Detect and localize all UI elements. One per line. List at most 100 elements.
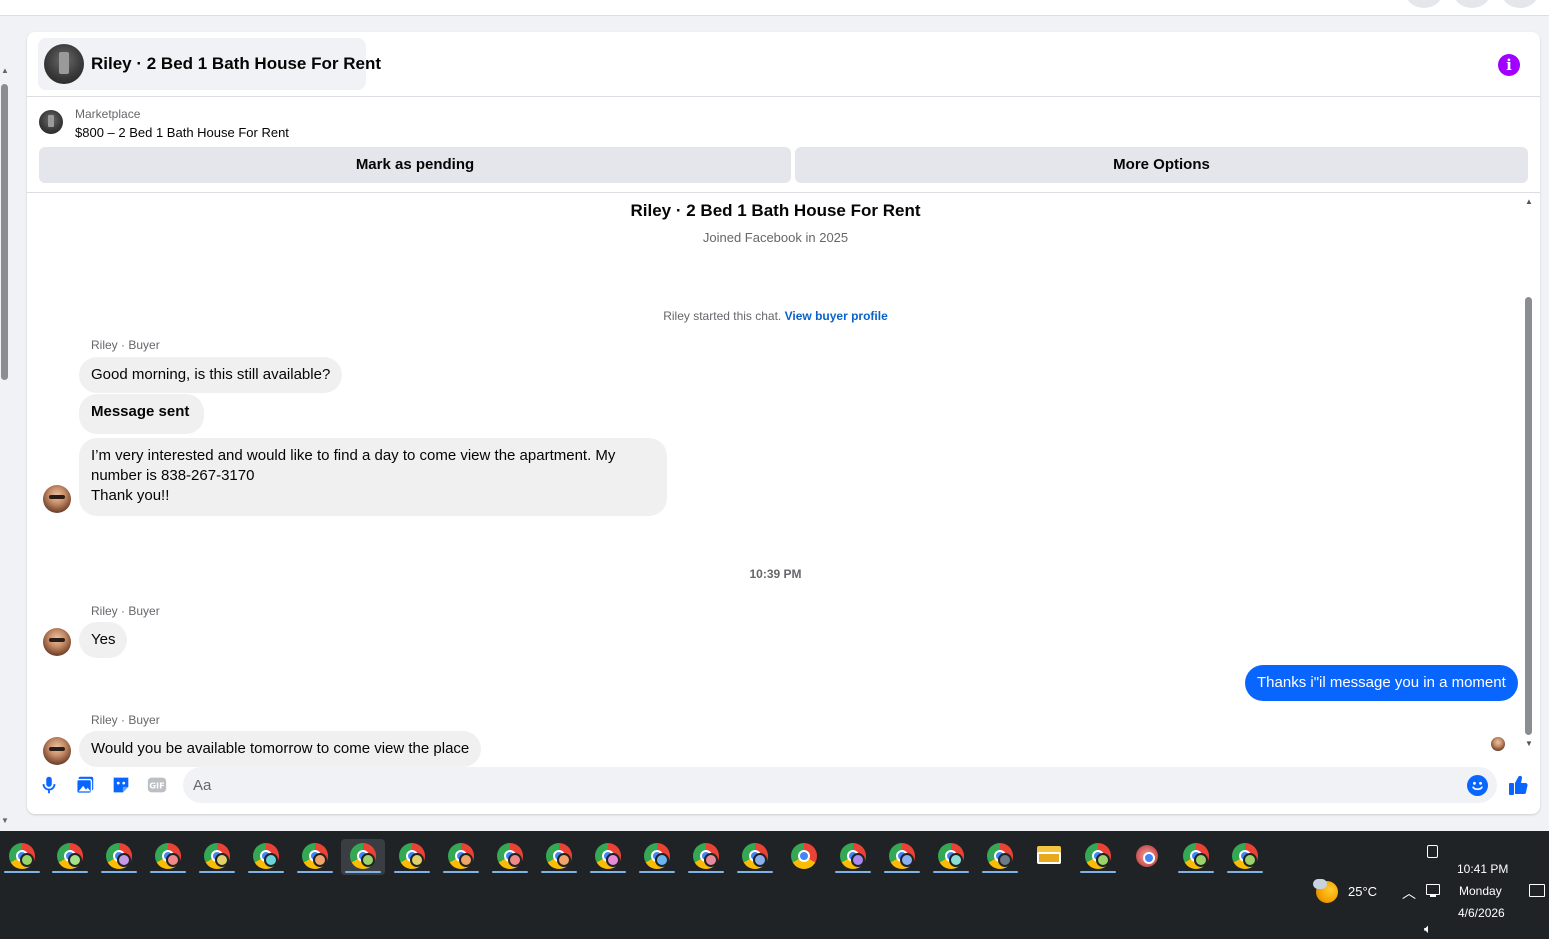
chat-started-text: Riley started this chat. <box>663 309 782 323</box>
thread-scrollbar-thumb[interactable] <box>1525 297 1532 735</box>
microphone-icon[interactable] <box>38 774 60 796</box>
running-indicator <box>345 871 381 873</box>
message-line: Thank you!! <box>91 487 170 504</box>
weather-temperature[interactable]: 25°C <box>1348 884 1377 899</box>
buyer-avatar[interactable] <box>43 628 71 656</box>
running-indicator <box>884 871 920 873</box>
profile-badge-icon <box>851 853 865 867</box>
page-scrollbar-thumb[interactable] <box>1 84 8 380</box>
running-indicator <box>394 871 430 873</box>
scroll-up-arrow-icon[interactable]: ▲ <box>1525 197 1533 206</box>
running-indicator <box>1178 871 1214 873</box>
chrome-profile-icon[interactable] <box>537 839 581 875</box>
chrome-profile-icon[interactable] <box>48 839 92 875</box>
chrome-profile-icon[interactable] <box>1223 839 1267 875</box>
chrome-profile-icon[interactable] <box>929 839 973 875</box>
more-options-button[interactable]: More Options <box>795 147 1528 183</box>
message-input[interactable] <box>183 767 1497 803</box>
chat-title: Riley · 2 Bed 1 Bath House For Rent <box>91 54 381 73</box>
chrome-profile-icon[interactable] <box>586 839 630 875</box>
listing-label: Marketplace <box>75 107 141 121</box>
message-line: I’m very interested and would like to fi… <box>91 447 616 464</box>
profile-badge-icon <box>508 853 522 867</box>
gif-icon[interactable]: GIF <box>146 774 168 796</box>
chrome-profile-icon[interactable] <box>488 839 532 875</box>
file-explorer-icon[interactable] <box>1027 839 1071 875</box>
message-bubble[interactable]: I’m very interested and would like to fi… <box>79 438 667 516</box>
thread-scrollbar[interactable]: ▲ ▼ <box>1524 193 1534 753</box>
mark-as-pending-button[interactable]: Mark as pending <box>39 147 791 183</box>
chrome-profile-icon[interactable] <box>97 839 141 875</box>
info-icon[interactable]: i <box>1498 54 1520 76</box>
thread-intro-joined: Joined Facebook in 2025 <box>702 230 849 245</box>
notifications-icon[interactable] <box>1529 884 1545 897</box>
listing-summary[interactable]: Marketplace $800 – 2 Bed 1 Bath House Fo… <box>27 98 1540 148</box>
chrome-profile-icon[interactable] <box>684 839 728 875</box>
network-icon[interactable] <box>1426 884 1440 897</box>
thread-intro-name: Riley · 2 Bed 1 Bath House For Rent <box>630 201 921 220</box>
chrome-profile-icon[interactable] <box>733 839 777 875</box>
chrome-profile-icon[interactable] <box>880 839 924 875</box>
running-indicator <box>1080 871 1116 873</box>
message-sender-label: Riley · Buyer <box>91 604 160 618</box>
chat-started-notice: Riley started this chat. View buyer prof… <box>27 309 1524 323</box>
scroll-down-arrow-icon[interactable]: ▼ <box>1525 739 1533 748</box>
running-indicator <box>737 871 773 873</box>
message-bubble[interactable]: Good morning, is this still available? <box>79 357 343 393</box>
taskbar: 10:41 PM 25°C ︿ Monday 4/6/2026 🔈︎ <box>0 831 1549 939</box>
chrome-profile-icon[interactable] <box>978 839 1022 875</box>
running-indicator <box>1227 871 1263 873</box>
volume-icon[interactable]: 🔈︎ <box>1424 921 1432 937</box>
profile-badge-icon <box>264 853 278 867</box>
view-buyer-profile-link[interactable]: View buyer profile <box>785 309 888 323</box>
chrome-profile-icon[interactable] <box>293 839 337 875</box>
running-indicator <box>590 871 626 873</box>
message-sender-label: Riley · Buyer <box>91 338 160 352</box>
profile-badge-icon <box>459 853 473 867</box>
clock-date[interactable]: 4/6/2026 <box>1458 906 1505 920</box>
chrome-profile-icon[interactable] <box>1174 839 1218 875</box>
photo-icon[interactable] <box>74 774 96 796</box>
scroll-up-arrow-icon[interactable]: ▲ <box>1 66 9 75</box>
chrome-profile-icon[interactable] <box>1076 839 1120 875</box>
chrome-profile-icon[interactable] <box>146 839 190 875</box>
message-thread: Riley · 2 Bed 1 Bath House For Rent Join… <box>27 193 1540 767</box>
listing-title: $800 – 2 Bed 1 Bath House For Rent <box>75 125 289 140</box>
running-indicator <box>443 871 479 873</box>
buyer-avatar[interactable] <box>43 485 71 513</box>
meet-now-icon[interactable] <box>1427 845 1438 858</box>
chrome-profile-icon[interactable] <box>439 839 483 875</box>
chrome-icon <box>791 843 817 869</box>
profile-badge-icon <box>655 853 669 867</box>
chat-header: Riley · 2 Bed 1 Bath House For Rent i <box>27 32 1540 97</box>
page-scrollbar[interactable]: ▲ ▼ <box>0 62 10 832</box>
sticker-icon[interactable] <box>110 774 132 796</box>
chrome-profile-icon[interactable] <box>635 839 679 875</box>
thumbs-up-icon[interactable] <box>1507 773 1531 797</box>
emoji-icon[interactable] <box>1467 775 1488 796</box>
chrome-profile-icon[interactable] <box>341 839 385 875</box>
chrome-profile-icon[interactable] <box>0 839 44 875</box>
outgoing-message-bubble[interactable]: Thanks i"il message you in a moment <box>1245 665 1518 701</box>
chrome-profile-icon[interactable] <box>244 839 288 875</box>
snipping-tool-icon[interactable] <box>1125 839 1169 875</box>
clock-day[interactable]: Monday <box>1459 884 1502 898</box>
scroll-down-arrow-icon[interactable]: ▼ <box>1 816 9 825</box>
message-bubble[interactable]: Message sent <box>79 394 205 434</box>
chrome-profile-icon[interactable] <box>831 839 875 875</box>
clock-time[interactable]: 10:41 PM <box>1457 862 1508 876</box>
weather-icon[interactable] <box>1313 879 1338 903</box>
chrome-profile-icon[interactable] <box>195 839 239 875</box>
profile-badge-icon <box>704 853 718 867</box>
chevron-up-icon[interactable]: ︿ <box>1402 883 1416 903</box>
toolbar-circle-button[interactable] <box>1406 0 1442 8</box>
profile-badge-icon <box>1096 853 1110 867</box>
chrome-profile-icon[interactable] <box>782 839 826 875</box>
message-bubble[interactable]: Yes <box>79 622 128 658</box>
running-indicator <box>297 871 333 873</box>
chrome-profile-icon[interactable] <box>390 839 434 875</box>
chat-title-button[interactable]: Riley · 2 Bed 1 Bath House For Rent <box>38 38 381 90</box>
profile-badge-icon <box>753 853 767 867</box>
toolbar-circle-button[interactable] <box>1502 0 1538 8</box>
toolbar-circle-button[interactable] <box>1454 0 1490 8</box>
